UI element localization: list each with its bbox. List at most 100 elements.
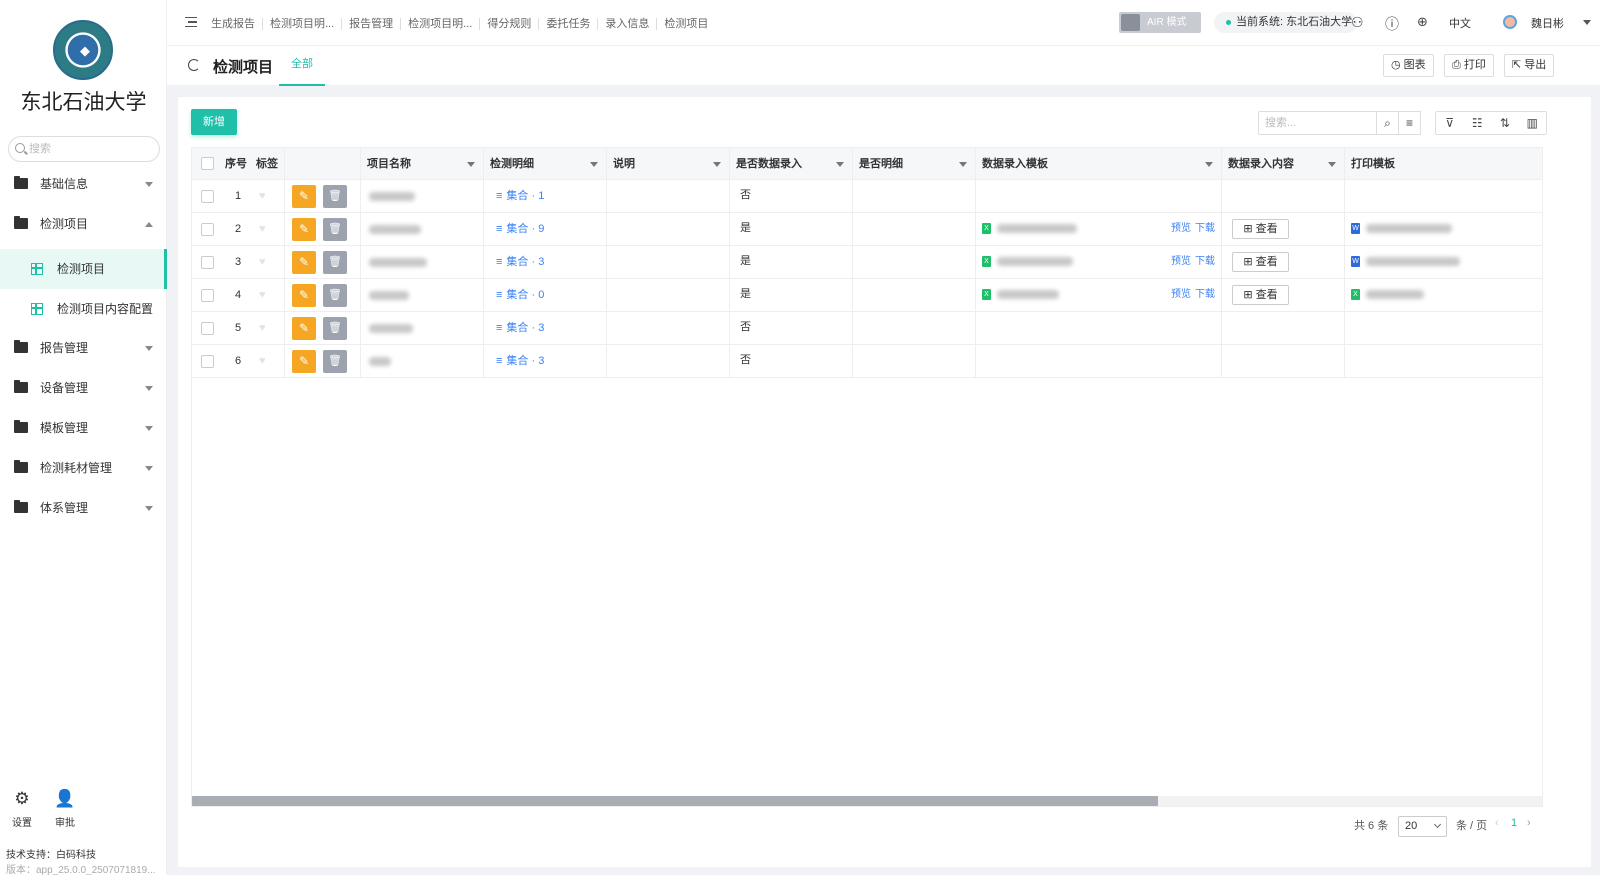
edit-button[interactable]: ✎ xyxy=(292,251,316,274)
submenu-item-inspection-items[interactable]: 检测项目 xyxy=(0,249,167,289)
row-checkbox[interactable] xyxy=(201,355,214,368)
header-entry-content[interactable]: 数据录入内容 xyxy=(1222,148,1345,180)
chart-button[interactable]: ◷ 图表 xyxy=(1383,54,1434,77)
menu-item-report-management[interactable]: 报告管理 xyxy=(0,330,167,366)
table-row[interactable]: 2 ♥ ✎ 🗑 ≡ 集合 · 9 是 X 预览 下载 ⊞ 查看 W xyxy=(192,213,1542,246)
menu-item-inspection-items[interactable]: 检测项目 xyxy=(0,206,167,242)
search-options-icon[interactable]: ≡ xyxy=(1398,111,1421,135)
header-entry-template[interactable]: 数据录入模板 xyxy=(976,148,1222,180)
delete-button[interactable]: 🗑 xyxy=(323,350,347,373)
delete-button[interactable]: 🗑 xyxy=(323,317,347,340)
tag-icon[interactable]: ♥ xyxy=(259,312,266,345)
sort-icon[interactable]: ⇅ xyxy=(1491,112,1519,134)
account-icon[interactable]: ⚇ xyxy=(1351,14,1364,31)
delete-button[interactable]: 🗑 xyxy=(323,185,347,208)
settings-button[interactable]: ⚙ 设置 xyxy=(7,790,37,830)
breadcrumb-item[interactable]: 检测项目明... xyxy=(401,18,481,30)
header-data-entry[interactable]: 是否数据录入 xyxy=(730,148,853,180)
tag-icon[interactable]: ♥ xyxy=(259,279,266,312)
scrollbar-thumb[interactable] xyxy=(192,796,1158,806)
breadcrumb-item[interactable]: 检测项目 xyxy=(657,18,715,30)
preview-link[interactable]: 预览 xyxy=(1171,289,1191,300)
page-number[interactable]: 1 xyxy=(1511,817,1517,829)
horizontal-scrollbar[interactable] xyxy=(192,796,1542,806)
table-search-input[interactable]: 搜索... xyxy=(1258,111,1378,135)
breadcrumb-item[interactable]: 委托任务 xyxy=(539,18,599,30)
table-row[interactable]: 1 ♥ ✎ 🗑 ≡ 集合 · 1否 xyxy=(192,180,1542,213)
delete-button[interactable]: 🗑 xyxy=(323,284,347,307)
view-button[interactable]: ⊞ 查看 xyxy=(1232,252,1289,272)
search-icon[interactable]: ⌕ xyxy=(1376,111,1399,135)
header-is-detail[interactable]: 是否明细 xyxy=(853,148,976,180)
language-selector[interactable]: 中文 xyxy=(1449,15,1471,31)
table-row[interactable]: 5 ♥ ✎ 🗑 ≡ 集合 · 3否 xyxy=(192,312,1542,345)
row-checkbox[interactable] xyxy=(201,256,214,269)
export-button[interactable]: ⇱ 导出 xyxy=(1504,54,1555,77)
edit-button[interactable]: ✎ xyxy=(292,218,316,241)
row-checkbox[interactable] xyxy=(201,322,214,335)
row-checkbox[interactable] xyxy=(201,223,214,236)
prev-page-icon[interactable]: ‹ xyxy=(1495,817,1499,829)
table-row[interactable]: 4 ♥ ✎ 🗑 ≡ 集合 · 0 是 X 预览 下载 ⊞ 查看 X xyxy=(192,279,1542,312)
menu-item-template-management[interactable]: 模板管理 xyxy=(0,410,167,446)
preview-link[interactable]: 预览 xyxy=(1171,256,1191,267)
approve-button[interactable]: 👤 审批 xyxy=(50,790,80,830)
view-button[interactable]: ⊞ 查看 xyxy=(1232,219,1289,239)
air-mode-toggle[interactable]: AIR 模式 xyxy=(1119,12,1201,33)
row-checkbox[interactable] xyxy=(201,289,214,302)
columns-icon[interactable]: ☷ xyxy=(1464,112,1492,134)
header-project-name[interactable]: 项目名称 xyxy=(361,148,484,180)
sidebar-search-input[interactable]: 搜索 xyxy=(8,136,160,162)
detail-cell[interactable]: ≡ 集合 · 9 xyxy=(484,213,607,246)
edit-button[interactable]: ✎ xyxy=(292,284,316,307)
menu-toggle-icon[interactable] xyxy=(185,17,197,27)
breadcrumb-item[interactable]: 录入信息 xyxy=(598,18,658,30)
view-button[interactable]: ⊞ 查看 xyxy=(1232,285,1289,305)
tag-icon[interactable]: ♥ xyxy=(259,213,266,246)
table-row[interactable]: 3 ♥ ✎ 🗑 ≡ 集合 · 3 是 X 预览 下载 ⊞ 查看 W xyxy=(192,246,1542,279)
breadcrumb-item[interactable]: 得分规则 xyxy=(480,18,540,30)
tab-all[interactable]: 全部 xyxy=(279,46,325,86)
breadcrumb-item[interactable]: 检测项目明... xyxy=(263,18,343,30)
add-button[interactable]: 新增 xyxy=(191,109,237,135)
filter-icon[interactable]: ⊽ xyxy=(1436,112,1464,134)
delete-button[interactable]: 🗑 xyxy=(323,218,347,241)
breadcrumb-item[interactable]: 报告管理 xyxy=(342,18,402,30)
table-row[interactable]: 6 ♥ ✎ 🗑 ≡ 集合 · 3否 xyxy=(192,345,1542,378)
menu-item-consumables-management[interactable]: 检测耗材管理 xyxy=(0,450,167,486)
tag-icon[interactable]: ♥ xyxy=(259,246,266,279)
edit-button[interactable]: ✎ xyxy=(292,185,316,208)
print-button[interactable]: ⎙ 打印 xyxy=(1444,54,1494,77)
globe-icon[interactable]: ⊕ xyxy=(1417,14,1428,30)
detail-cell[interactable]: ≡ 集合 · 3 xyxy=(484,312,607,345)
help-icon[interactable]: ⓘ xyxy=(1385,14,1399,34)
header-description[interactable]: 说明 xyxy=(607,148,730,180)
user-name[interactable]: 魏日彬 xyxy=(1531,15,1564,31)
submenu-item-content-config[interactable]: 检测项目内容配置 xyxy=(0,289,167,329)
menu-item-equipment-management[interactable]: 设备管理 xyxy=(0,370,167,406)
download-link[interactable]: 下载 xyxy=(1195,223,1215,234)
bar-chart-icon[interactable]: ▥ xyxy=(1519,112,1547,134)
menu-item-system-management[interactable]: 体系管理 xyxy=(0,490,167,526)
header-detail[interactable]: 检测明细 xyxy=(484,148,607,180)
header-print-template[interactable]: 打印模板 xyxy=(1345,148,1542,180)
detail-cell[interactable]: ≡ 集合 · 0 xyxy=(484,279,607,312)
row-checkbox[interactable] xyxy=(201,190,214,203)
download-link[interactable]: 下载 xyxy=(1195,289,1215,300)
page-size-select[interactable]: 20 xyxy=(1398,816,1447,837)
tag-icon[interactable]: ♥ xyxy=(259,180,266,213)
next-page-icon[interactable]: › xyxy=(1527,817,1531,829)
detail-cell[interactable]: ≡ 集合 · 1 xyxy=(484,180,607,213)
edit-button[interactable]: ✎ xyxy=(292,350,316,373)
select-all-checkbox[interactable] xyxy=(201,157,214,170)
tag-icon[interactable]: ♥ xyxy=(259,345,266,378)
chevron-down-icon[interactable] xyxy=(1583,20,1591,25)
avatar[interactable] xyxy=(1503,15,1517,29)
download-link[interactable]: 下载 xyxy=(1195,256,1215,267)
preview-link[interactable]: 预览 xyxy=(1171,223,1191,234)
detail-cell[interactable]: ≡ 集合 · 3 xyxy=(484,246,607,279)
menu-item-basic-info[interactable]: 基础信息 xyxy=(0,166,167,202)
detail-cell[interactable]: ≡ 集合 · 3 xyxy=(484,345,607,378)
edit-button[interactable]: ✎ xyxy=(292,317,316,340)
refresh-icon[interactable] xyxy=(188,59,200,71)
